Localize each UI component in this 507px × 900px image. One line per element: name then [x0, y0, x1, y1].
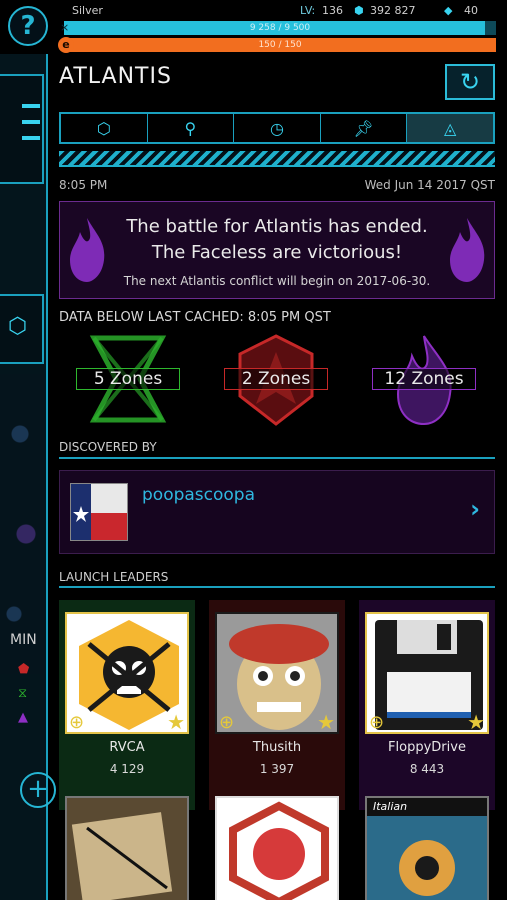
section-divider — [59, 586, 495, 588]
leader-name: FloppyDrive — [388, 740, 466, 755]
zone-label: 5 Zones — [76, 368, 180, 390]
leader-avatar-partial — [65, 796, 189, 900]
leader-score: 4 129 — [109, 762, 145, 776]
leader-avatar-partial — [215, 796, 339, 900]
tile-caption: Italian — [373, 800, 408, 813]
tab-search[interactable]: ⚲ — [148, 114, 235, 142]
search-icon: ⚲ — [184, 118, 197, 138]
main-panel: ATLANTIS ↻ ⬡ ⚲ ◷ 📌︎ ◬ 8:05 PM Wed Jun 14… — [50, 54, 507, 900]
date-text: Wed Jun 14 2017 QST — [364, 178, 495, 192]
star-icon: ★ — [167, 710, 185, 734]
discoverer-row[interactable]: poopascoopa › — [59, 470, 495, 554]
leader-score: 1 397 — [259, 762, 295, 776]
side-rail: ⬡ MIN ⬟ ⧖ ▲ + — [0, 54, 56, 900]
hatch-divider — [59, 151, 495, 167]
leader-card[interactable]: ⊕ ★ FloppyDrive 8 443 — [359, 600, 495, 810]
crosshair-icon: ⊕ — [219, 712, 235, 733]
star-icon: ★ — [317, 710, 335, 734]
cached-text: DATA BELOW LAST CACHED: 8:05 PM QST — [59, 310, 331, 325]
xp-bar: 9 258 / 9 500 — [64, 21, 496, 35]
tab-bar: ⬡ ⚲ ◷ 📌︎ ◬ — [59, 112, 495, 144]
level-label: LV: — [300, 4, 316, 17]
crosshair-icon: ⊕ — [69, 712, 85, 733]
cube-value: 40 — [464, 4, 478, 17]
xp-icon: ⨯ — [60, 21, 70, 34]
leaders-heading: LAUNCH LEADERS — [59, 570, 169, 584]
resistance-icon: ⬟ — [18, 662, 30, 677]
zone-label: 2 Zones — [224, 368, 328, 390]
local-time: 8:05 PM — [59, 178, 108, 192]
agent-name: poopascoopa — [142, 485, 256, 505]
leader-avatar-partial: Italian — [365, 796, 489, 900]
zone-enlightened: 5 Zones — [68, 334, 188, 426]
currency-value: 392 827 — [370, 4, 416, 17]
leader-card[interactable]: ⊕ ★ Thusith 1 397 — [209, 600, 345, 810]
chevron-right-icon: › — [470, 495, 480, 523]
question-icon: ? — [20, 11, 36, 41]
leader-name: Thusith — [252, 740, 302, 755]
tab-history[interactable]: ◷ — [234, 114, 321, 142]
leader-name: RVCA — [109, 740, 145, 755]
hex-menu-button[interactable]: ⬡ — [0, 294, 44, 364]
energy-bar: 150 / 150 — [64, 38, 496, 52]
xp-text: 9 258 / 9 500 — [249, 23, 311, 33]
section-divider — [59, 457, 495, 459]
faction-rank: Silver — [72, 4, 103, 17]
banner-line-1: The battle for Atlantis has ended. — [126, 216, 428, 237]
tab-anomaly[interactable]: ◬ — [407, 114, 493, 142]
map-strip — [0, 374, 44, 674]
zone-label: 12 Zones — [372, 368, 476, 390]
banner-line-2: The Faceless are victorious! — [151, 242, 403, 263]
banner-line-3: The next Atlantis conflict will begin on… — [123, 274, 431, 288]
help-button[interactable]: ? — [8, 6, 48, 46]
status-line: Silver LV: 136 ⬢ 392 827 ◆ 40 — [72, 3, 507, 19]
refresh-icon: ↻ — [459, 68, 481, 96]
pin-icon: 📌︎ — [353, 118, 374, 138]
crosshair-icon: ⊕ — [369, 712, 385, 733]
triangle-icon: ◬ — [444, 118, 457, 138]
page-title: ATLANTIS — [59, 64, 172, 89]
refresh-button[interactable]: ↻ — [445, 64, 495, 100]
hexagon-icon: ⬡ — [8, 314, 28, 339]
clock-icon: ◷ — [270, 118, 284, 138]
discovered-heading: DISCOVERED BY — [59, 440, 157, 454]
cube-icon: ◆ — [444, 4, 453, 17]
tab-pins[interactable]: 📌︎ — [321, 114, 408, 142]
enlightened-icon: ⧖ — [18, 686, 28, 701]
leader-score: 8 443 — [409, 762, 445, 776]
star-icon: ★ — [467, 710, 485, 734]
app-screen: ? Silver LV: 136 ⬢ 392 827 ◆ 40 9 258 / … — [0, 0, 507, 900]
energy-text: 150 / 150 — [258, 40, 302, 50]
level-value: 136 — [322, 4, 343, 17]
zone-resistance: 2 Zones — [216, 334, 336, 426]
tab-portal[interactable]: ⬡ — [61, 114, 148, 142]
zone-faceless: 12 Zones — [364, 334, 484, 426]
hexagon-icon: ⬡ — [96, 118, 111, 138]
agent-avatar — [70, 483, 128, 541]
leader-card[interactable]: ⊕ ★ RVCA 4 129 — [59, 600, 195, 810]
menu-button[interactable] — [0, 74, 44, 184]
energy-icon: e — [58, 37, 74, 53]
currency-icon: ⬢ — [354, 4, 364, 17]
rail-label: MIN — [10, 632, 37, 648]
faceless-icon: ▲ — [18, 710, 28, 725]
result-banner: The battle for Atlantis has ended. The F… — [59, 201, 495, 299]
